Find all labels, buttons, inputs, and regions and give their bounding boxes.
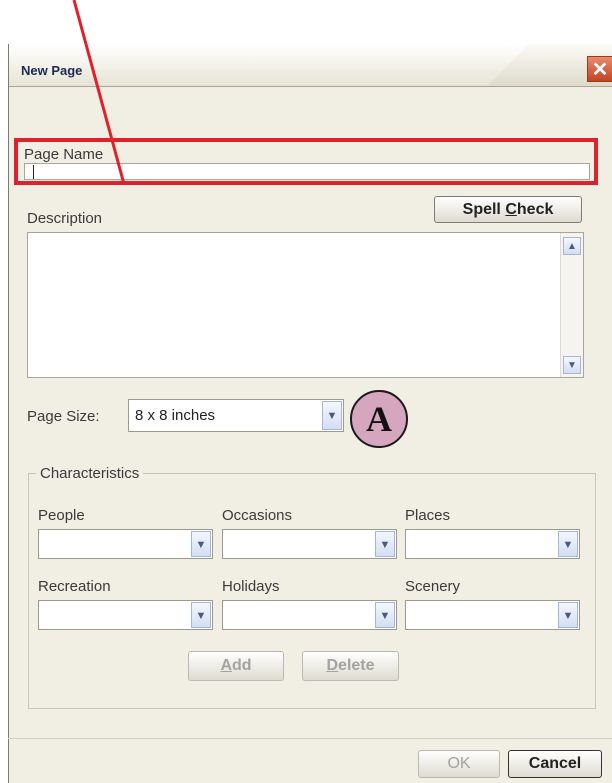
add-button[interactable]: Add <box>188 651 284 681</box>
page-size-select[interactable]: 8 x 8 inches ▼ <box>128 399 344 432</box>
callout-badge: A <box>350 390 408 448</box>
ok-button[interactable]: OK <box>418 750 500 778</box>
cancel-button[interactable]: Cancel <box>508 750 602 778</box>
chevron-down-icon[interactable]: ▼ <box>191 531 211 557</box>
scenery-label: Scenery <box>405 578 461 595</box>
description-label: Description <box>27 210 103 227</box>
scroll-up-icon[interactable]: ▲ <box>563 237 581 255</box>
occasions-label: Occasions <box>222 507 293 524</box>
chevron-down-icon[interactable]: ▼ <box>558 602 578 628</box>
people-select[interactable]: ▼ <box>38 529 213 559</box>
occasions-select[interactable]: ▼ <box>222 529 397 559</box>
text-cursor <box>33 165 34 179</box>
dialog-title: New Page <box>21 63 83 78</box>
chevron-down-icon[interactable]: ▼ <box>375 602 395 628</box>
close-icon[interactable]: ✕ <box>587 56 612 82</box>
recreation-label: Recreation <box>38 578 111 595</box>
scroll-down-icon[interactable]: ▼ <box>563 356 581 374</box>
chevron-down-icon[interactable]: ▼ <box>191 602 211 628</box>
recreation-select[interactable]: ▼ <box>38 600 213 630</box>
spell-check-button[interactable]: Spell Check <box>434 196 582 223</box>
page-name-input[interactable] <box>24 163 590 180</box>
holidays-label: Holidays <box>222 578 280 595</box>
page-name-label: Page Name <box>24 146 104 163</box>
places-select[interactable]: ▼ <box>405 529 580 559</box>
chevron-down-icon[interactable]: ▼ <box>322 401 342 430</box>
page-size-label: Page Size: <box>27 408 100 425</box>
people-label: People <box>38 507 85 524</box>
scenery-select[interactable]: ▼ <box>405 600 580 630</box>
title-bar: New Page ✕ <box>9 44 612 87</box>
chevron-down-icon[interactable]: ▼ <box>375 531 395 557</box>
places-label: Places <box>405 507 451 524</box>
description-scrollbar[interactable]: ▲ ▼ <box>560 233 583 377</box>
characteristics-title: Characteristics <box>36 465 144 482</box>
description-textarea[interactable]: ▲ ▼ <box>27 232 584 378</box>
footer-divider <box>8 738 612 739</box>
chevron-down-icon[interactable]: ▼ <box>558 531 578 557</box>
delete-button[interactable]: Delete <box>302 651 399 681</box>
holidays-select[interactable]: ▼ <box>222 600 397 630</box>
